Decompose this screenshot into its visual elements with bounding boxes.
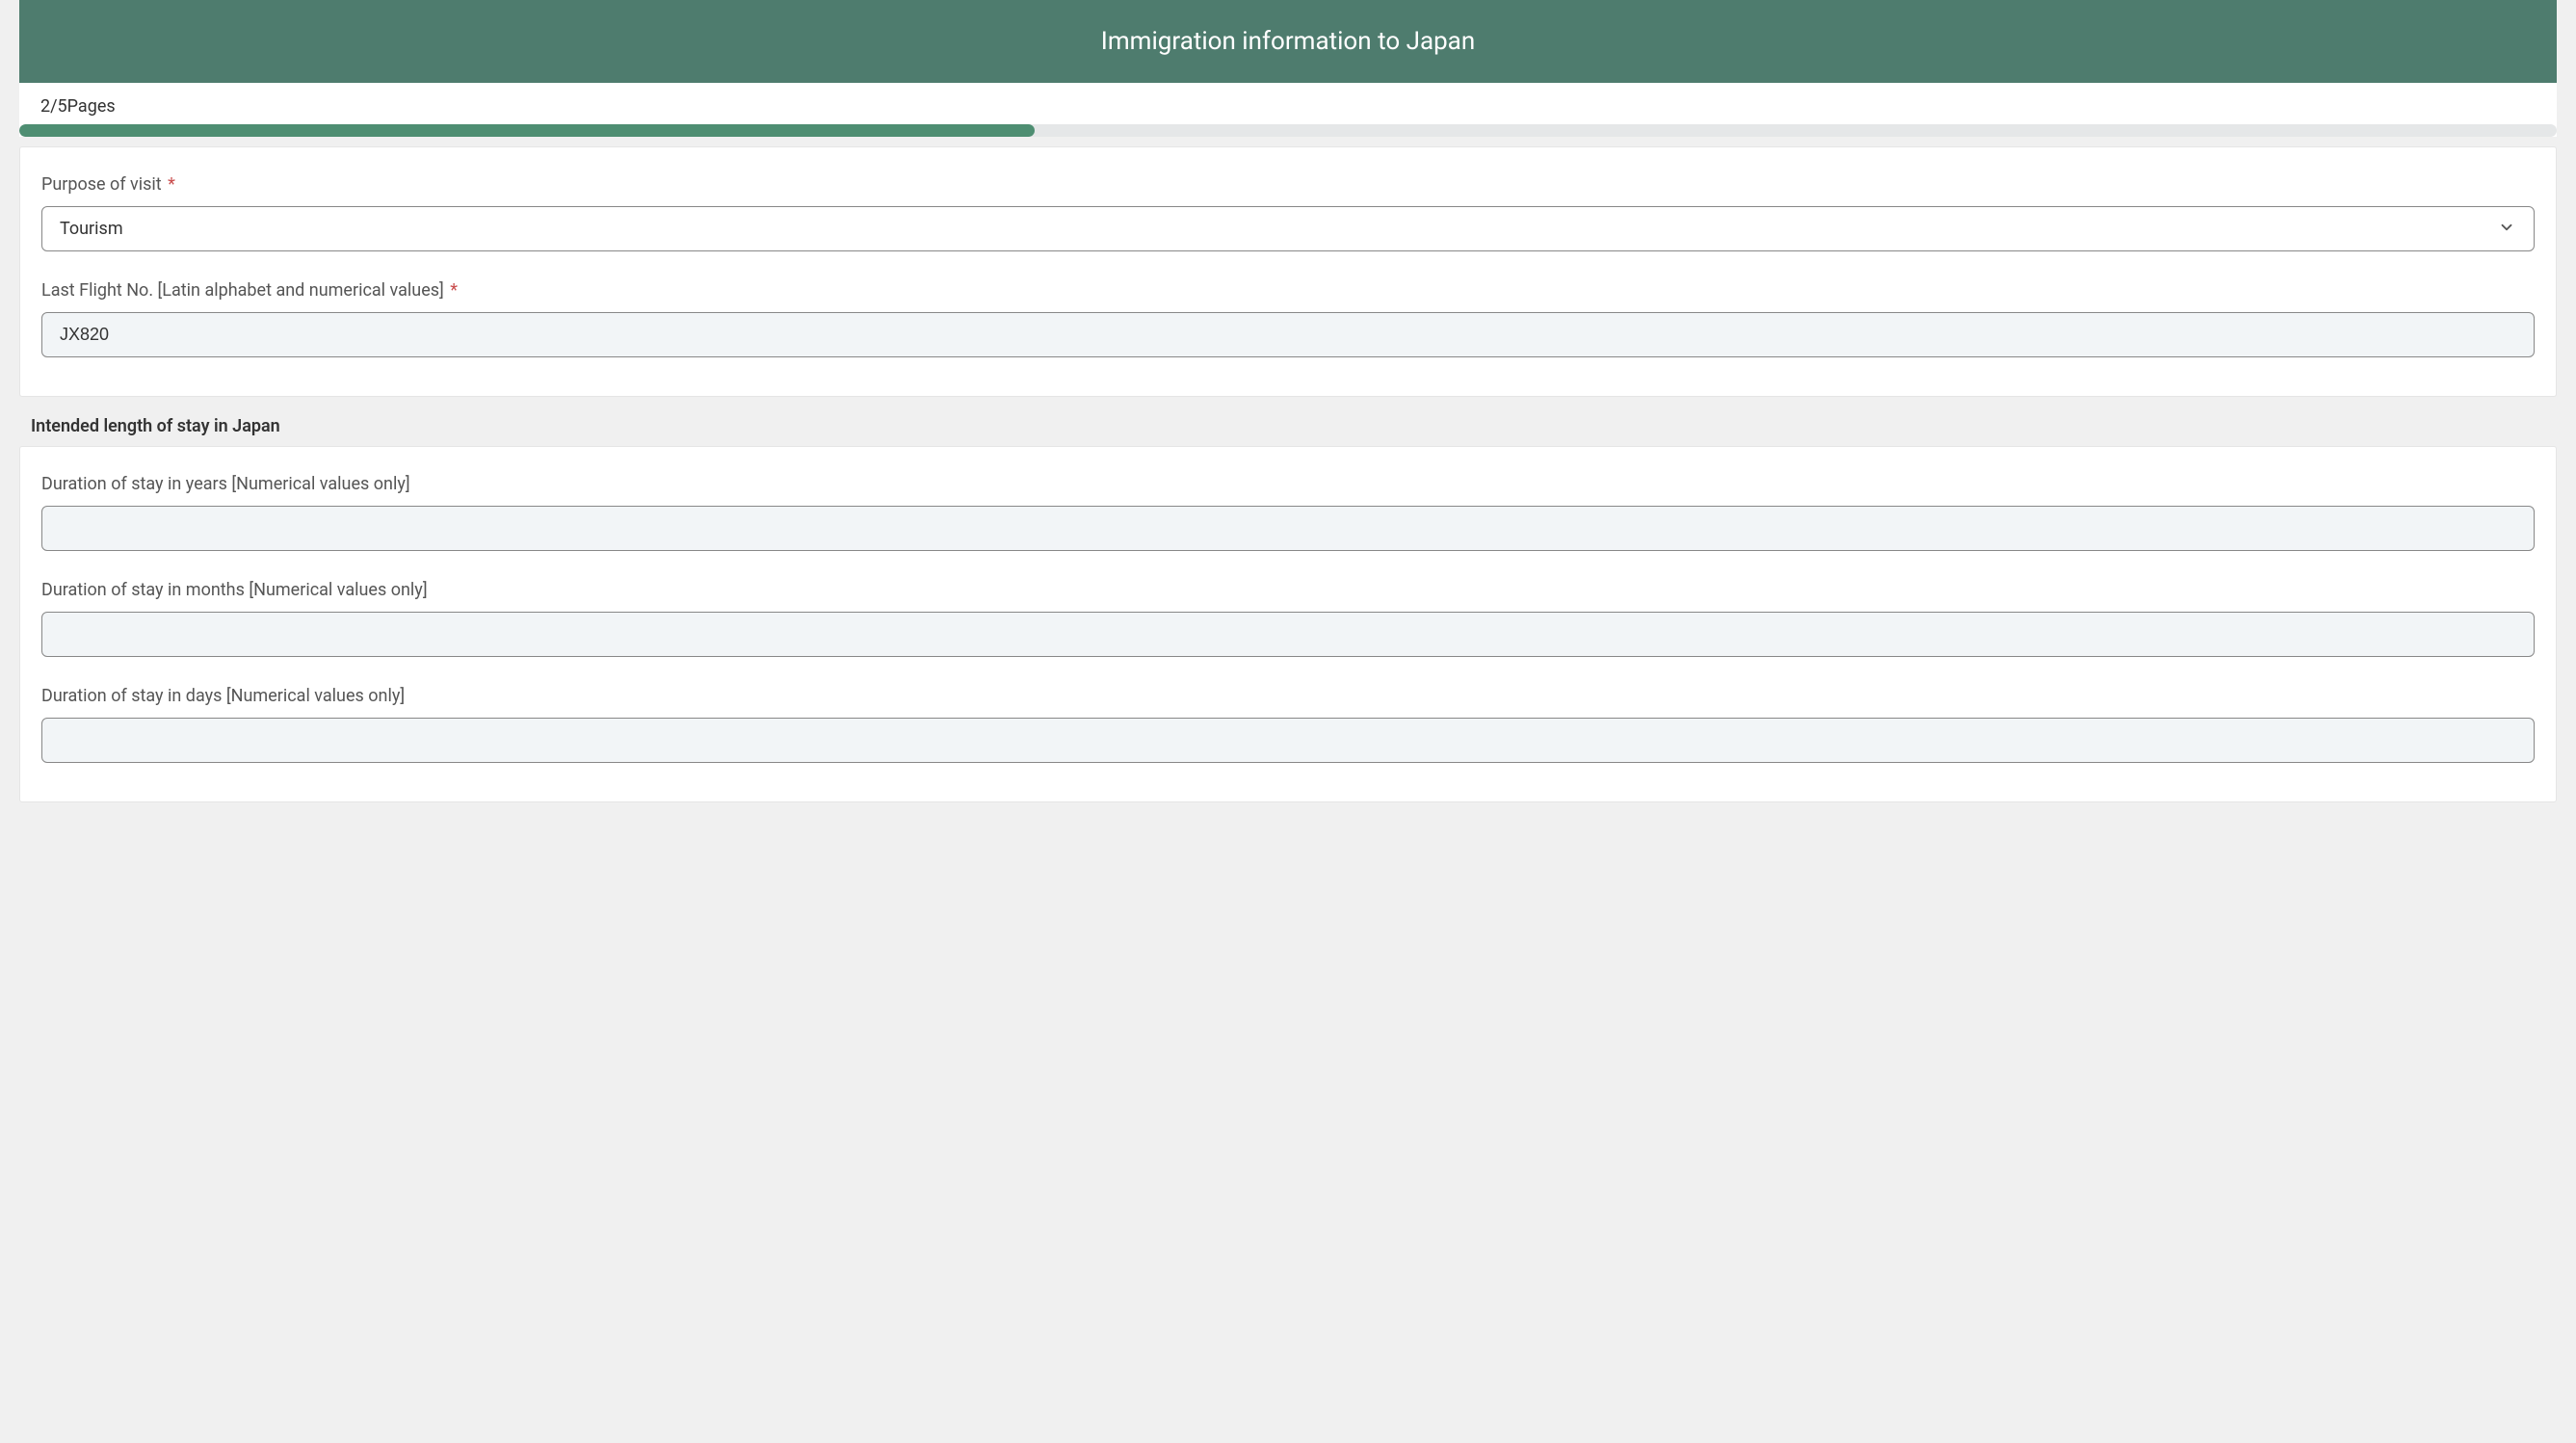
page-header: Immigration information to Japan bbox=[19, 0, 2557, 83]
stay-length-card: Duration of stay in years [Numerical val… bbox=[19, 446, 2557, 802]
progress-section: 2/5Pages bbox=[19, 83, 2557, 137]
purpose-select[interactable]: Tourism bbox=[41, 206, 2535, 251]
months-field-group: Duration of stay in months [Numerical va… bbox=[41, 580, 2535, 657]
flight-field-group: Last Flight No. [Latin alphabet and nume… bbox=[41, 280, 2535, 357]
years-input[interactable] bbox=[41, 506, 2535, 551]
years-field-group: Duration of stay in years [Numerical val… bbox=[41, 474, 2535, 551]
progress-bar bbox=[19, 124, 2557, 137]
purpose-label-text: Purpose of visit bbox=[41, 174, 162, 195]
years-label: Duration of stay in years [Numerical val… bbox=[41, 474, 2535, 494]
months-input[interactable] bbox=[41, 612, 2535, 657]
months-label: Duration of stay in months [Numerical va… bbox=[41, 580, 2535, 600]
visit-info-card: Purpose of visit * Tourism Last Flight N… bbox=[19, 146, 2557, 397]
required-asterisk: * bbox=[450, 280, 458, 301]
flight-label-text: Last Flight No. [Latin alphabet and nume… bbox=[41, 280, 444, 301]
required-asterisk: * bbox=[168, 174, 175, 195]
purpose-select-wrapper: Tourism bbox=[41, 206, 2535, 251]
purpose-label: Purpose of visit * bbox=[41, 174, 2535, 195]
flight-input[interactable] bbox=[41, 312, 2535, 357]
days-label: Duration of stay in days [Numerical valu… bbox=[41, 686, 2535, 706]
page-title: Immigration information to Japan bbox=[1101, 27, 1475, 56]
flight-label: Last Flight No. [Latin alphabet and nume… bbox=[41, 280, 2535, 301]
progress-text: 2/5Pages bbox=[19, 96, 2557, 124]
purpose-field-group: Purpose of visit * Tourism bbox=[41, 174, 2535, 251]
progress-bar-fill bbox=[19, 124, 1035, 137]
days-field-group: Duration of stay in days [Numerical valu… bbox=[41, 686, 2535, 763]
days-input[interactable] bbox=[41, 718, 2535, 763]
stay-length-heading: Intended length of stay in Japan bbox=[19, 416, 2557, 436]
